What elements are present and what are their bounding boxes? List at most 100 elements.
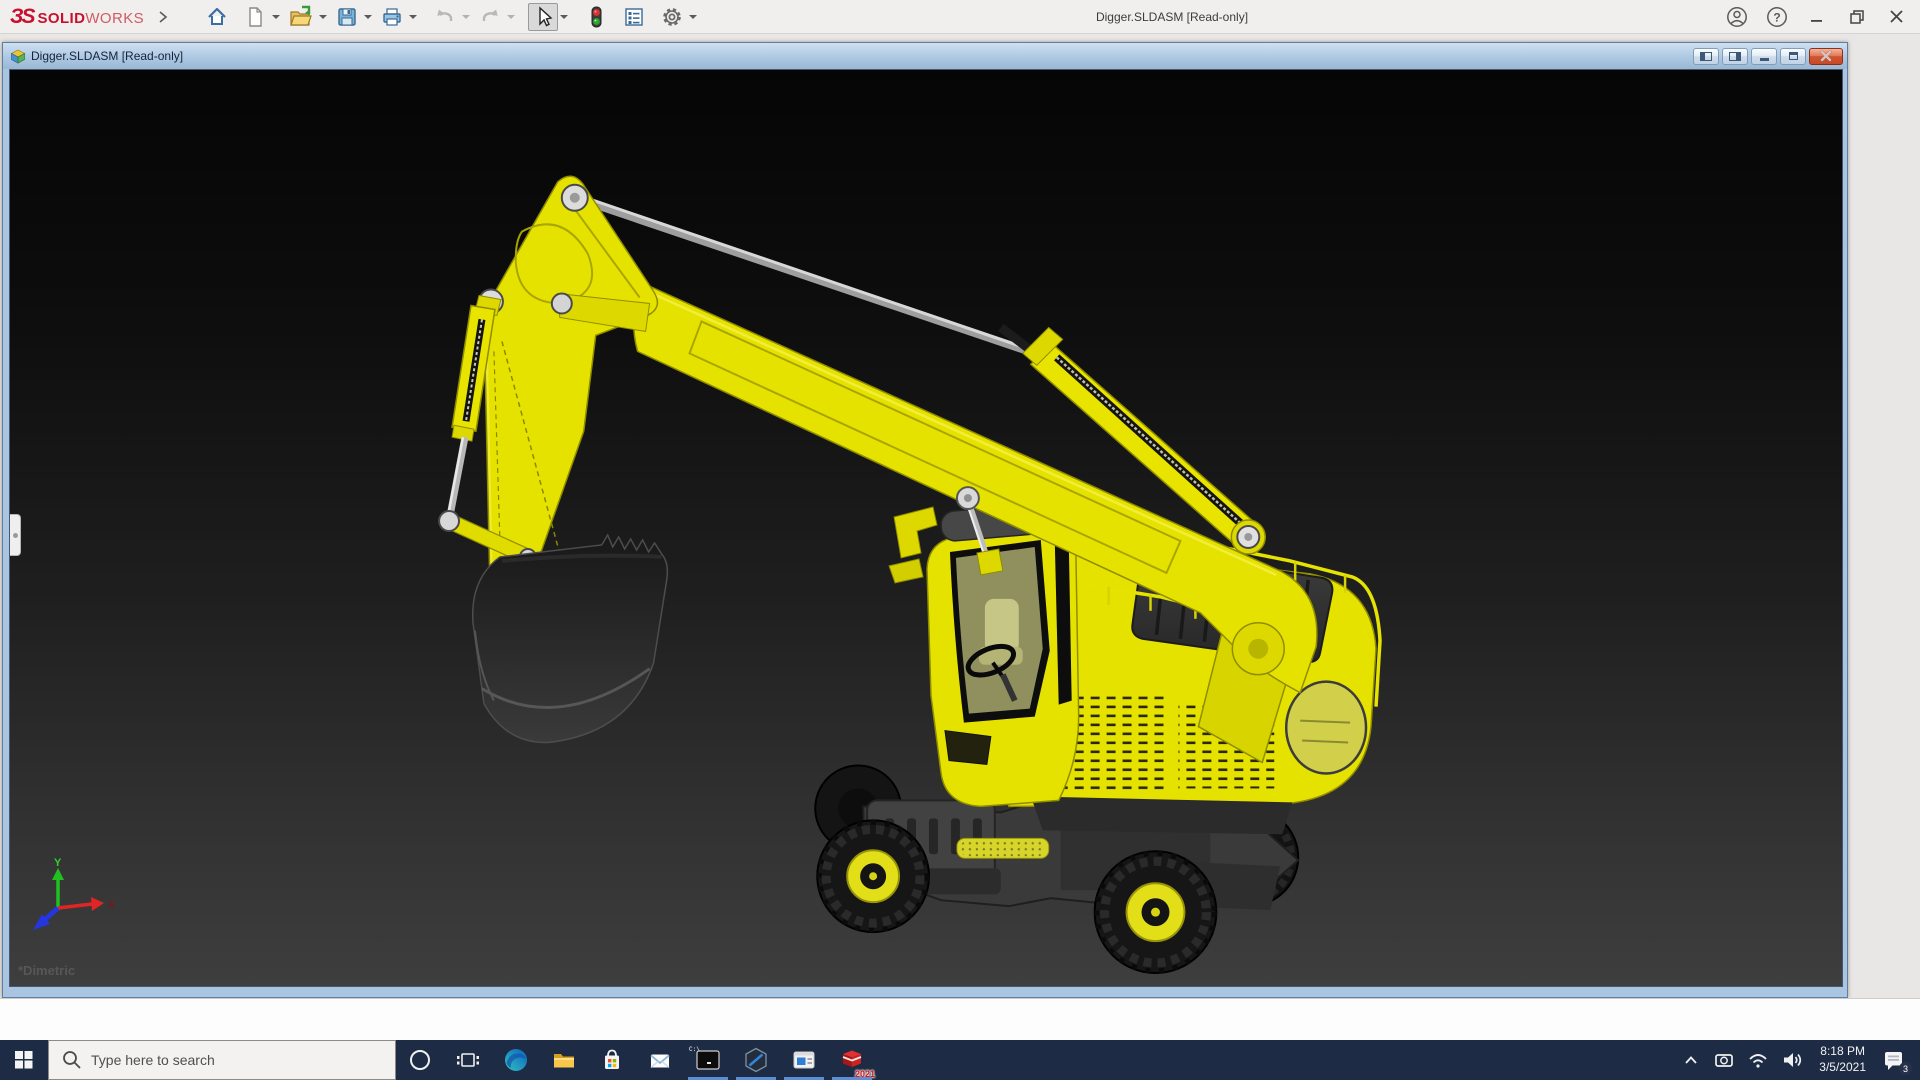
taskbar-item-terminal[interactable]: C:\: [684, 1040, 732, 1080]
minimize-icon: [1811, 20, 1822, 22]
system-tray: 8:18 PM 3/5/2021 3: [1675, 1040, 1920, 1080]
panel-splitter-handle[interactable]: [10, 514, 21, 556]
edge-icon: [505, 1049, 527, 1071]
menu-expand-icon[interactable]: [158, 10, 168, 24]
mdi-workarea: Digger.SLDASM [Read-only] Y X *Dimetric: [0, 34, 1920, 998]
triad-y-label: Y: [54, 857, 62, 869]
speaker-icon: [1784, 1053, 1802, 1067]
svg-text:?: ?: [1773, 11, 1780, 25]
display-manager-button[interactable]: [619, 3, 649, 31]
start-button[interactable]: [0, 1040, 48, 1080]
tray-meet-now-button[interactable]: [1707, 1040, 1741, 1080]
stick-cylinder[interactable]: [573, 193, 1267, 555]
restore-button[interactable]: [1842, 2, 1872, 32]
options-dropdown-icon[interactable]: [689, 14, 698, 19]
save-dropdown-icon[interactable]: [364, 14, 373, 19]
select-dropdown-icon[interactable]: [560, 14, 569, 19]
user-account-icon: [1727, 7, 1747, 27]
show-pane-right-button[interactable]: [1722, 47, 1748, 65]
graphics-viewport[interactable]: Y X *Dimetric: [9, 69, 1843, 987]
taskbar-item-solidworks[interactable]: 2021: [828, 1040, 876, 1080]
taskbar-item-mail[interactable]: [636, 1040, 684, 1080]
print-button[interactable]: [377, 3, 407, 31]
notification-badge: 3: [1899, 1062, 1912, 1075]
help-button[interactable]: ?: [1762, 2, 1792, 32]
home-icon: [208, 7, 226, 25]
triad-x-label: X: [108, 900, 115, 911]
document-title: Digger.SLDASM [Read-only]: [31, 49, 184, 63]
undo-button[interactable]: [430, 3, 460, 31]
save-button[interactable]: [332, 3, 362, 31]
minimize-button[interactable]: [1802, 2, 1832, 32]
redo-button[interactable]: [475, 3, 505, 31]
app-window-icon: [793, 1051, 815, 1069]
open-dropdown-icon[interactable]: [319, 14, 328, 19]
rebuild-button[interactable]: [581, 3, 611, 31]
taskbar-search[interactable]: [48, 1040, 396, 1080]
account-button[interactable]: [1722, 2, 1752, 32]
file-explorer-icon: [554, 1054, 574, 1068]
pane-left-icon: [1700, 51, 1712, 61]
home-button[interactable]: [202, 3, 232, 31]
select-cursor-icon: [539, 5, 553, 26]
new-document-button[interactable]: [240, 3, 270, 31]
redo-dropdown-icon[interactable]: [507, 14, 516, 19]
window-title: Digger.SLDASM [Read-only]: [1095, 10, 1249, 24]
taskbar: C:\ 2021: [0, 1040, 1920, 1080]
terminal-prompt-text: C:\: [689, 1046, 700, 1053]
tray-volume-button[interactable]: [1775, 1040, 1811, 1080]
open-button[interactable]: [285, 3, 317, 31]
taskbar-item-file-explorer[interactable]: [540, 1040, 588, 1080]
screen: ЗS SOLID WORKS Digger.SLDASM [Read-only]…: [0, 0, 1920, 1080]
select-button[interactable]: [528, 2, 559, 31]
status-bar: [0, 998, 1920, 1040]
close-button[interactable]: [1882, 2, 1912, 32]
meet-now-icon: [1715, 1054, 1734, 1067]
new-document-icon: [249, 6, 262, 27]
action-center-button[interactable]: 3: [1874, 1040, 1914, 1080]
tray-date: 3/5/2021: [1819, 1060, 1866, 1074]
app-titlebar: ЗS SOLID WORKS Digger.SLDASM [Read-only]…: [0, 0, 1920, 34]
taskbar-item-edge[interactable]: [492, 1040, 540, 1080]
taskbar-item-task-view[interactable]: [444, 1040, 492, 1080]
new-dropdown-icon[interactable]: [272, 14, 281, 19]
taskbar-item-hexagon-app[interactable]: [732, 1040, 780, 1080]
taskbar-item-store[interactable]: [588, 1040, 636, 1080]
assembly-document-icon: [10, 49, 26, 64]
help-icon: ?: [1767, 7, 1787, 27]
doc-restore-icon: [1788, 52, 1798, 60]
solidworks-logo-glyph: ЗS: [10, 4, 35, 28]
undo-dropdown-icon[interactable]: [462, 14, 471, 19]
search-icon: [63, 1051, 81, 1069]
excavator-model[interactable]: [10, 70, 1842, 986]
bucket[interactable]: [471, 533, 669, 744]
task-view-icon: [457, 1053, 479, 1067]
solidworks-year-label: 2021: [854, 1069, 875, 1079]
rebuild-traffic-light-icon: [591, 6, 602, 27]
doc-minimize-icon: [1759, 58, 1769, 61]
quick-access-toolbar: [202, 0, 702, 34]
search-input[interactable]: [48, 1040, 396, 1080]
options-button[interactable]: [657, 3, 687, 31]
store-icon: [605, 1049, 619, 1069]
windows-logo-icon: [15, 1051, 33, 1069]
print-dropdown-icon[interactable]: [409, 14, 418, 19]
document-window: Digger.SLDASM [Read-only] Y X *Dimetric: [2, 42, 1848, 998]
restore-icon: [1850, 10, 1864, 24]
close-icon: [1890, 10, 1903, 23]
tray-chevron-button[interactable]: [1675, 1040, 1707, 1080]
undo-icon: [437, 9, 453, 21]
doc-close-button[interactable]: [1809, 47, 1843, 65]
doc-minimize-button[interactable]: [1751, 47, 1777, 65]
tray-time: 8:18 PM: [1820, 1044, 1865, 1059]
cortana-icon: [410, 1050, 430, 1070]
tray-clock[interactable]: 8:18 PM 3/5/2021: [1811, 1044, 1874, 1075]
document-titlebar[interactable]: Digger.SLDASM [Read-only]: [3, 43, 1847, 69]
show-pane-left-button[interactable]: [1693, 47, 1719, 65]
list-properties-icon: [625, 7, 643, 26]
settings-gear-icon: [663, 7, 681, 26]
taskbar-item-app-window[interactable]: [780, 1040, 828, 1080]
tray-network-button[interactable]: [1741, 1040, 1775, 1080]
doc-restore-button[interactable]: [1780, 47, 1806, 65]
taskbar-item-cortana[interactable]: [396, 1040, 444, 1080]
